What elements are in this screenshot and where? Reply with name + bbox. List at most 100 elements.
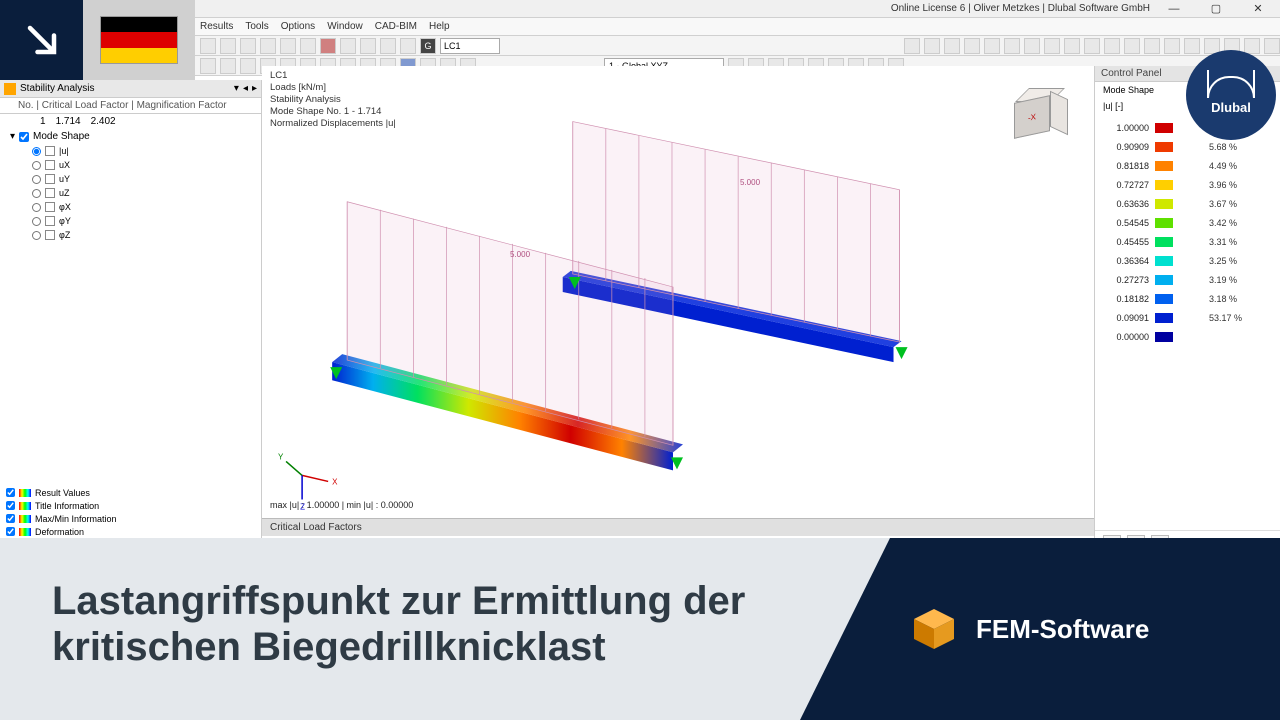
legend-percent: 3.25 % bbox=[1179, 256, 1274, 266]
lc-badge[interactable]: G bbox=[420, 38, 436, 54]
cell-factor2: 2.402 bbox=[91, 116, 116, 127]
radio[interactable] bbox=[32, 161, 41, 170]
display-option[interactable]: Title Information bbox=[0, 499, 261, 512]
checkbox[interactable] bbox=[6, 514, 15, 523]
tree-sub-item[interactable]: uX bbox=[0, 158, 261, 172]
legend-percent: 5.68 % bbox=[1179, 142, 1274, 152]
toolbar-btn[interactable] bbox=[220, 38, 236, 54]
prev-icon[interactable]: ◂ bbox=[243, 83, 248, 94]
toolbar-btn[interactable] bbox=[400, 38, 416, 54]
toolbar-btn[interactable] bbox=[1244, 38, 1260, 54]
viewport-info: LC1 Loads [kN/m] Stability Analysis Mode… bbox=[270, 70, 396, 130]
toolbar-btn[interactable] bbox=[924, 38, 940, 54]
maximize-button[interactable]: ▢ bbox=[1198, 0, 1234, 18]
menu-cad-bim[interactable]: CAD-BIM bbox=[375, 21, 417, 32]
minimize-button[interactable]: — bbox=[1156, 0, 1192, 18]
legend-value: 1.00000 bbox=[1101, 123, 1149, 133]
toolbar-btn[interactable] bbox=[220, 58, 236, 74]
radio[interactable] bbox=[32, 189, 41, 198]
legend-swatch bbox=[1155, 294, 1173, 304]
toolbar-btn[interactable] bbox=[1024, 38, 1040, 54]
chevron-down-icon[interactable]: ▾ bbox=[234, 83, 239, 94]
toolbar-btn[interactable] bbox=[1064, 38, 1080, 54]
menu-help[interactable]: Help bbox=[429, 21, 450, 32]
toolbar-btn[interactable] bbox=[380, 38, 396, 54]
toolbar-btn[interactable] bbox=[200, 58, 216, 74]
display-option[interactable]: Result Values bbox=[0, 486, 261, 499]
toolbar-btn[interactable] bbox=[280, 38, 296, 54]
tree-sub-item[interactable]: uZ bbox=[0, 186, 261, 200]
legend-row: 0.272733.19 % bbox=[1101, 270, 1274, 289]
toolbar-btn[interactable] bbox=[200, 38, 216, 54]
legend-value: 0.63636 bbox=[1101, 199, 1149, 209]
toolbar-btn[interactable] bbox=[260, 38, 276, 54]
tree-mode-shape[interactable]: ▾ Mode Shape bbox=[0, 129, 261, 144]
toolbar-btn[interactable] bbox=[1084, 38, 1100, 54]
viewcube[interactable]: -X bbox=[1010, 85, 1070, 145]
checkbox[interactable] bbox=[6, 488, 15, 497]
toolbar-btn[interactable] bbox=[320, 38, 336, 54]
toolbar-btn[interactable] bbox=[240, 38, 256, 54]
toolbar-btn[interactable] bbox=[360, 38, 376, 54]
checkbox[interactable] bbox=[6, 527, 15, 536]
radio[interactable] bbox=[32, 231, 41, 240]
table-row[interactable]: 1 1.714 2.402 bbox=[0, 114, 261, 129]
close-button[interactable]: ✕ bbox=[1240, 0, 1276, 18]
bridge-icon bbox=[1207, 76, 1255, 98]
viewcube-front[interactable]: -X bbox=[1014, 95, 1050, 139]
toolbar-btn[interactable] bbox=[1184, 38, 1200, 54]
loadcase-select[interactable]: LC1 bbox=[440, 38, 500, 54]
checkbox[interactable] bbox=[6, 501, 15, 510]
flag-germany-icon bbox=[83, 0, 195, 80]
tree-sub-item[interactable]: uY bbox=[0, 172, 261, 186]
menu-results[interactable]: Results bbox=[200, 21, 233, 32]
toolbar-btn[interactable] bbox=[1104, 38, 1120, 54]
display-option[interactable]: Max/Min Information bbox=[0, 512, 261, 525]
tree-expand-icon[interactable]: ▾ bbox=[10, 131, 15, 142]
toolbar-btn[interactable] bbox=[1044, 38, 1060, 54]
dimension-label: 5.000 bbox=[740, 178, 760, 187]
viewcube-side[interactable] bbox=[1050, 91, 1068, 135]
menu-window[interactable]: Window bbox=[327, 21, 363, 32]
tree-sub-item[interactable]: |u| bbox=[0, 144, 261, 158]
toolbar-btn[interactable] bbox=[1144, 38, 1160, 54]
toolbar-btn[interactable] bbox=[1264, 38, 1280, 54]
radio[interactable] bbox=[32, 203, 41, 212]
legend-row: 0.818184.49 % bbox=[1101, 156, 1274, 175]
panel-header[interactable]: Stability Analysis ▾ ◂ ▸ bbox=[0, 80, 261, 98]
toolbar-btn[interactable] bbox=[944, 38, 960, 54]
toolbar-btn[interactable] bbox=[984, 38, 1000, 54]
toolbar-btn[interactable] bbox=[1124, 38, 1140, 54]
toolbar-btn[interactable] bbox=[340, 38, 356, 54]
legend-row: 0.545453.42 % bbox=[1101, 213, 1274, 232]
license-text: Online License 6 | Oliver Metzkes | Dlub… bbox=[891, 3, 1150, 14]
tree-sub-item[interactable]: φY bbox=[0, 214, 261, 228]
toolbar-btn[interactable] bbox=[240, 58, 256, 74]
toolbar-btn[interactable] bbox=[1164, 38, 1180, 54]
toolbar-btn[interactable] bbox=[904, 38, 920, 54]
radio[interactable] bbox=[32, 217, 41, 226]
option-label: Deformation bbox=[35, 527, 84, 537]
menu-tools[interactable]: Tools bbox=[245, 21, 268, 32]
legend-value: 0.36364 bbox=[1101, 256, 1149, 266]
radio[interactable] bbox=[32, 175, 41, 184]
mode-label: Mode Shape bbox=[33, 131, 90, 142]
toolbar-btn[interactable] bbox=[300, 38, 316, 54]
legend-swatch bbox=[1155, 218, 1173, 228]
critical-factors-header[interactable]: Critical Load Factors bbox=[262, 518, 1094, 536]
menu-options[interactable]: Options bbox=[281, 21, 315, 32]
radio[interactable] bbox=[32, 147, 41, 156]
viewport-3d[interactable]: X Y Z bbox=[262, 66, 1094, 538]
toolbar-btn[interactable] bbox=[1004, 38, 1020, 54]
toolbar-btn[interactable] bbox=[964, 38, 980, 54]
option-label: Title Information bbox=[35, 501, 99, 511]
tree-sub-item[interactable]: φZ bbox=[0, 228, 261, 242]
model-view[interactable]: X Y Z bbox=[262, 66, 1094, 538]
sub-label: |u| bbox=[59, 146, 69, 156]
locale-badge bbox=[0, 0, 195, 80]
banner-title: Lastangriffspunkt zur Ermittlung der kri… bbox=[52, 578, 745, 670]
tree-sub-item[interactable]: φX bbox=[0, 200, 261, 214]
display-option[interactable]: Deformation bbox=[0, 525, 261, 538]
mode-checkbox[interactable] bbox=[19, 132, 29, 142]
next-icon[interactable]: ▸ bbox=[252, 83, 257, 94]
